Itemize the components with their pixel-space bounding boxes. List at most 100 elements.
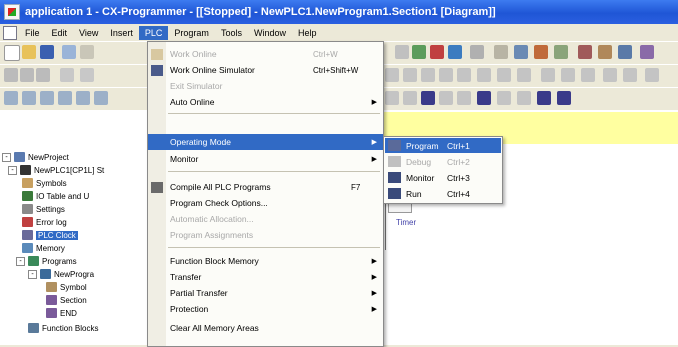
text-icon[interactable] xyxy=(581,68,595,82)
tree-item-io-table[interactable]: IO Table and U xyxy=(22,191,89,201)
word-icon[interactable] xyxy=(561,68,575,82)
zoom-in-icon[interactable] xyxy=(20,68,34,82)
sim-step-icon[interactable] xyxy=(385,91,399,105)
document-icon[interactable] xyxy=(3,25,17,40)
menu-item-protection[interactable]: Protection ▶ xyxy=(148,301,383,317)
rung-icon[interactable] xyxy=(603,68,617,82)
bit-icon[interactable] xyxy=(541,68,555,82)
sim-run-icon[interactable] xyxy=(421,91,435,105)
sim-continue-icon[interactable] xyxy=(537,91,551,105)
tree-item-plc[interactable]: - NewPLC1[CP1L] St xyxy=(8,165,104,175)
menu-program[interactable]: Program xyxy=(168,26,215,40)
menu-item-transfer[interactable]: Transfer ▶ xyxy=(148,269,383,285)
menu-item-exit-simulator[interactable]: Exit Simulator xyxy=(148,78,383,94)
sim-clear-icon[interactable] xyxy=(517,91,531,105)
zoom-out-icon[interactable] xyxy=(4,68,18,82)
instruction-icon[interactable] xyxy=(477,68,491,82)
save-icon[interactable] xyxy=(40,45,54,59)
contact-nc-icon[interactable] xyxy=(403,68,417,82)
tree-item-program[interactable]: - NewProgra xyxy=(28,269,94,279)
collapse-icon[interactable]: - xyxy=(16,256,25,266)
ladder-view-icon[interactable] xyxy=(76,91,90,105)
address-view-icon[interactable] xyxy=(58,91,72,105)
menu-window[interactable]: Window xyxy=(248,26,292,40)
tree-item-programs[interactable]: - Programs xyxy=(16,256,77,266)
menu-item-program-check-options[interactable]: Program Check Options... xyxy=(148,195,383,211)
monitor-icon[interactable] xyxy=(514,45,528,59)
menu-item-clear-all-memory[interactable]: Clear All Memory Areas xyxy=(148,320,383,336)
menu-item-auto-online[interactable]: Auto Online ▶ xyxy=(148,94,383,110)
transfer-icon[interactable] xyxy=(430,45,444,59)
contact-no-icon[interactable] xyxy=(385,68,399,82)
tree-item-function-blocks[interactable]: Function Blocks xyxy=(28,323,98,333)
submenu-item-run[interactable]: Run Ctrl+4 xyxy=(385,186,501,201)
mnemonic-view-icon[interactable] xyxy=(94,91,108,105)
help-icon[interactable] xyxy=(640,45,654,59)
tree-item-plc-clock[interactable]: PLC Clock xyxy=(22,230,78,240)
menu-help[interactable]: Help xyxy=(292,26,323,40)
mnemonic-icon[interactable] xyxy=(623,68,637,82)
menu-insert[interactable]: Insert xyxy=(104,26,139,40)
menu-plc[interactable]: PLC xyxy=(138,25,169,40)
project-view-icon[interactable] xyxy=(4,91,18,105)
symbol-icon[interactable] xyxy=(618,45,632,59)
sim-stop-icon[interactable] xyxy=(457,91,471,105)
menu-item-work-online[interactable]: Work Online Ctrl+W xyxy=(148,46,383,62)
menu-view[interactable]: View xyxy=(73,26,104,40)
collapse-icon[interactable]: - xyxy=(28,269,37,279)
compare-icon[interactable] xyxy=(448,45,462,59)
tree-item-section[interactable]: Section xyxy=(46,295,87,305)
collapse-icon[interactable]: - xyxy=(2,152,11,162)
submenu-item-debug[interactable]: Debug Ctrl+2 xyxy=(385,154,501,169)
menu-item-automatic-allocation[interactable]: Automatic Allocation... xyxy=(148,211,383,227)
sim-break-icon[interactable] xyxy=(497,91,511,105)
tree-item-error-log[interactable]: Error log xyxy=(22,217,67,227)
online-icon[interactable] xyxy=(412,45,426,59)
menu-item-program-assignments[interactable]: Program Assignments xyxy=(148,227,383,243)
cross-ref-icon[interactable] xyxy=(578,45,592,59)
watch-view-icon[interactable] xyxy=(40,91,54,105)
fb-icon[interactable] xyxy=(497,68,511,82)
menu-item-monitor[interactable]: Monitor ▶ xyxy=(148,151,383,167)
print-icon[interactable] xyxy=(62,45,76,59)
sim-end-icon[interactable] xyxy=(557,91,571,105)
menu-item-work-online-simulator[interactable]: Work Online Simulator Ctrl+Shift+W xyxy=(148,62,383,78)
menu-item-operating-mode[interactable]: Operating Mode ▶ xyxy=(148,134,383,150)
tree-item-memory[interactable]: Memory xyxy=(22,243,65,253)
or-icon[interactable] xyxy=(421,68,435,82)
menu-file[interactable]: File xyxy=(19,26,46,40)
sim-scan-icon[interactable] xyxy=(477,91,491,105)
vertical-line-icon[interactable] xyxy=(457,68,471,82)
submenu-item-monitor[interactable]: Monitor Ctrl+3 xyxy=(385,170,501,185)
cut-icon[interactable] xyxy=(80,45,94,59)
comments-icon[interactable] xyxy=(80,68,94,82)
st-icon[interactable] xyxy=(517,68,531,82)
watch-icon[interactable] xyxy=(645,68,659,82)
find-icon[interactable] xyxy=(534,45,548,59)
tree-item-symbols[interactable]: Symbols xyxy=(22,178,67,188)
menu-item-partial-transfer[interactable]: Partial Transfer ▶ xyxy=(148,285,383,301)
new-file-icon[interactable] xyxy=(4,45,20,61)
menu-edit[interactable]: Edit xyxy=(46,26,74,40)
zoom-fit-icon[interactable] xyxy=(36,68,50,82)
menu-item-compile-all[interactable]: Compile All PLC Programs F7 xyxy=(148,179,383,195)
coil-icon[interactable] xyxy=(439,68,453,82)
submenu-item-program[interactable]: Program Ctrl+1 xyxy=(385,138,501,153)
tree-item-settings[interactable]: Settings xyxy=(22,204,65,214)
menu-item-function-block-memory[interactable]: Function Block Memory ▶ xyxy=(148,253,383,269)
replace-icon[interactable] xyxy=(554,45,568,59)
collapse-icon[interactable]: - xyxy=(8,165,17,175)
tree-item-end[interactable]: END xyxy=(46,308,77,318)
menu-tools[interactable]: Tools xyxy=(215,26,248,40)
sim-pause-icon[interactable] xyxy=(439,91,453,105)
open-folder-icon[interactable] xyxy=(22,45,36,59)
sim-stepin-icon[interactable] xyxy=(403,91,417,105)
grid-icon[interactable] xyxy=(60,68,74,82)
stop-icon[interactable] xyxy=(470,45,484,59)
timer-label: Timer xyxy=(396,218,417,227)
pause-icon[interactable] xyxy=(494,45,508,59)
tree-item-symbol[interactable]: Symbol xyxy=(46,282,87,292)
tree-item-project[interactable]: - NewProject xyxy=(2,152,69,162)
address-icon[interactable] xyxy=(598,45,612,59)
output-view-icon[interactable] xyxy=(22,91,36,105)
